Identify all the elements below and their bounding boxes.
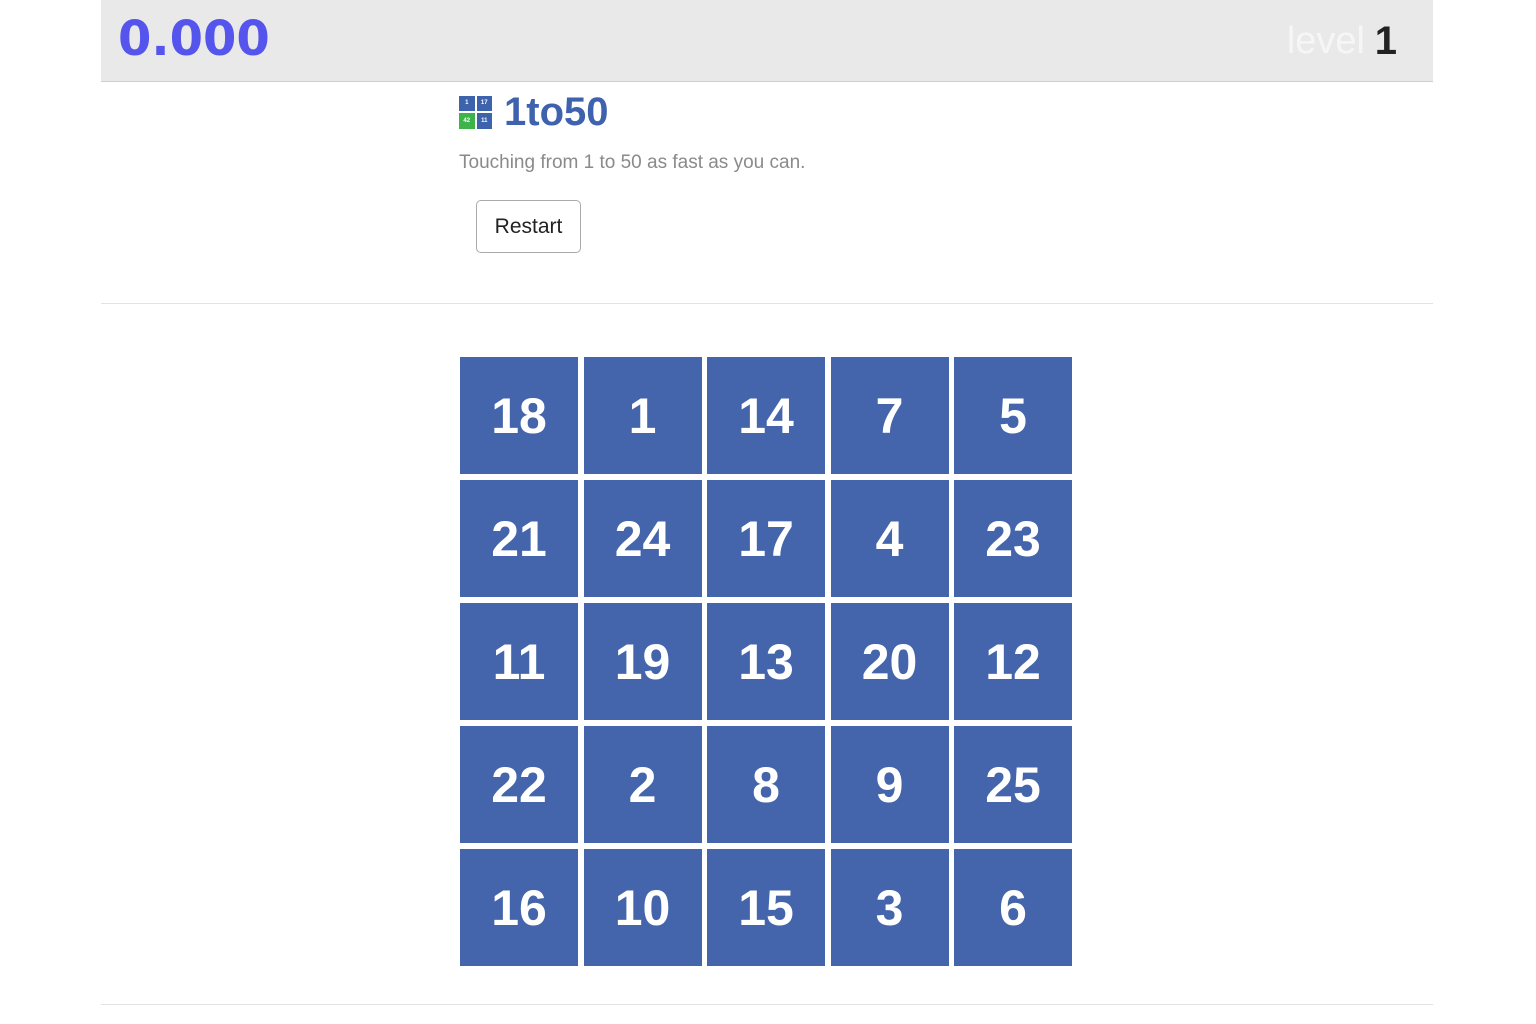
- number-tile[interactable]: 13: [707, 603, 825, 720]
- number-tile[interactable]: 20: [830, 603, 949, 720]
- number-tile[interactable]: 10: [583, 849, 702, 966]
- number-tile[interactable]: 25: [954, 726, 1072, 843]
- logo-cell: 11: [476, 113, 492, 129]
- number-board: 18 1 14 7 5 21 24 17 4 23 11 19 13 20 12…: [460, 357, 1072, 966]
- page-subtitle: Touching from 1 to 50 as fast as you can…: [459, 152, 806, 173]
- number-tile[interactable]: 17: [707, 480, 825, 597]
- number-tile[interactable]: 16: [460, 849, 578, 966]
- number-tile[interactable]: 11: [460, 603, 578, 720]
- logo-cell: 42: [459, 113, 475, 129]
- level-label: level: [1286, 20, 1365, 62]
- number-tile[interactable]: 23: [954, 480, 1072, 597]
- number-tile[interactable]: 14: [707, 357, 825, 474]
- number-tile[interactable]: 5: [954, 357, 1072, 474]
- number-tile[interactable]: 2: [583, 726, 702, 843]
- game-header: 1 17 42 11 1to50 Touching from 1 to 50 a…: [459, 88, 1159, 253]
- number-tile[interactable]: 3: [830, 849, 949, 966]
- number-tile[interactable]: 18: [460, 357, 578, 474]
- level-value: 1: [1374, 19, 1397, 63]
- number-tile[interactable]: 6: [954, 849, 1072, 966]
- logo-cell: 1: [459, 95, 475, 111]
- number-tile[interactable]: 15: [707, 849, 825, 966]
- logo-cell: 17: [476, 95, 492, 111]
- title-row: 1 17 42 11 1to50: [459, 88, 1159, 136]
- number-tile[interactable]: 8: [707, 726, 825, 843]
- number-tile[interactable]: 21: [460, 480, 578, 597]
- number-tile[interactable]: 9: [830, 726, 949, 843]
- game-page: 0.000 level 1 1 17 42 11 1to50 Touching …: [0, 0, 1536, 1024]
- number-tile[interactable]: 1: [583, 357, 702, 474]
- divider: [101, 1004, 1433, 1005]
- number-tile[interactable]: 4: [830, 480, 949, 597]
- restart-button[interactable]: Restart: [476, 200, 581, 253]
- top-bar: 0.000 level 1: [101, 0, 1433, 82]
- grid-logo-icon: 1 17 42 11: [459, 95, 492, 129]
- number-tile[interactable]: 24: [583, 480, 702, 597]
- number-tile[interactable]: 7: [830, 357, 949, 474]
- timer-display: 0.000: [118, 11, 270, 67]
- number-tile[interactable]: 19: [583, 603, 702, 720]
- divider: [101, 303, 1433, 304]
- number-tile[interactable]: 22: [460, 726, 578, 843]
- page-title: 1to50: [504, 90, 609, 134]
- number-tile[interactable]: 12: [954, 603, 1072, 720]
